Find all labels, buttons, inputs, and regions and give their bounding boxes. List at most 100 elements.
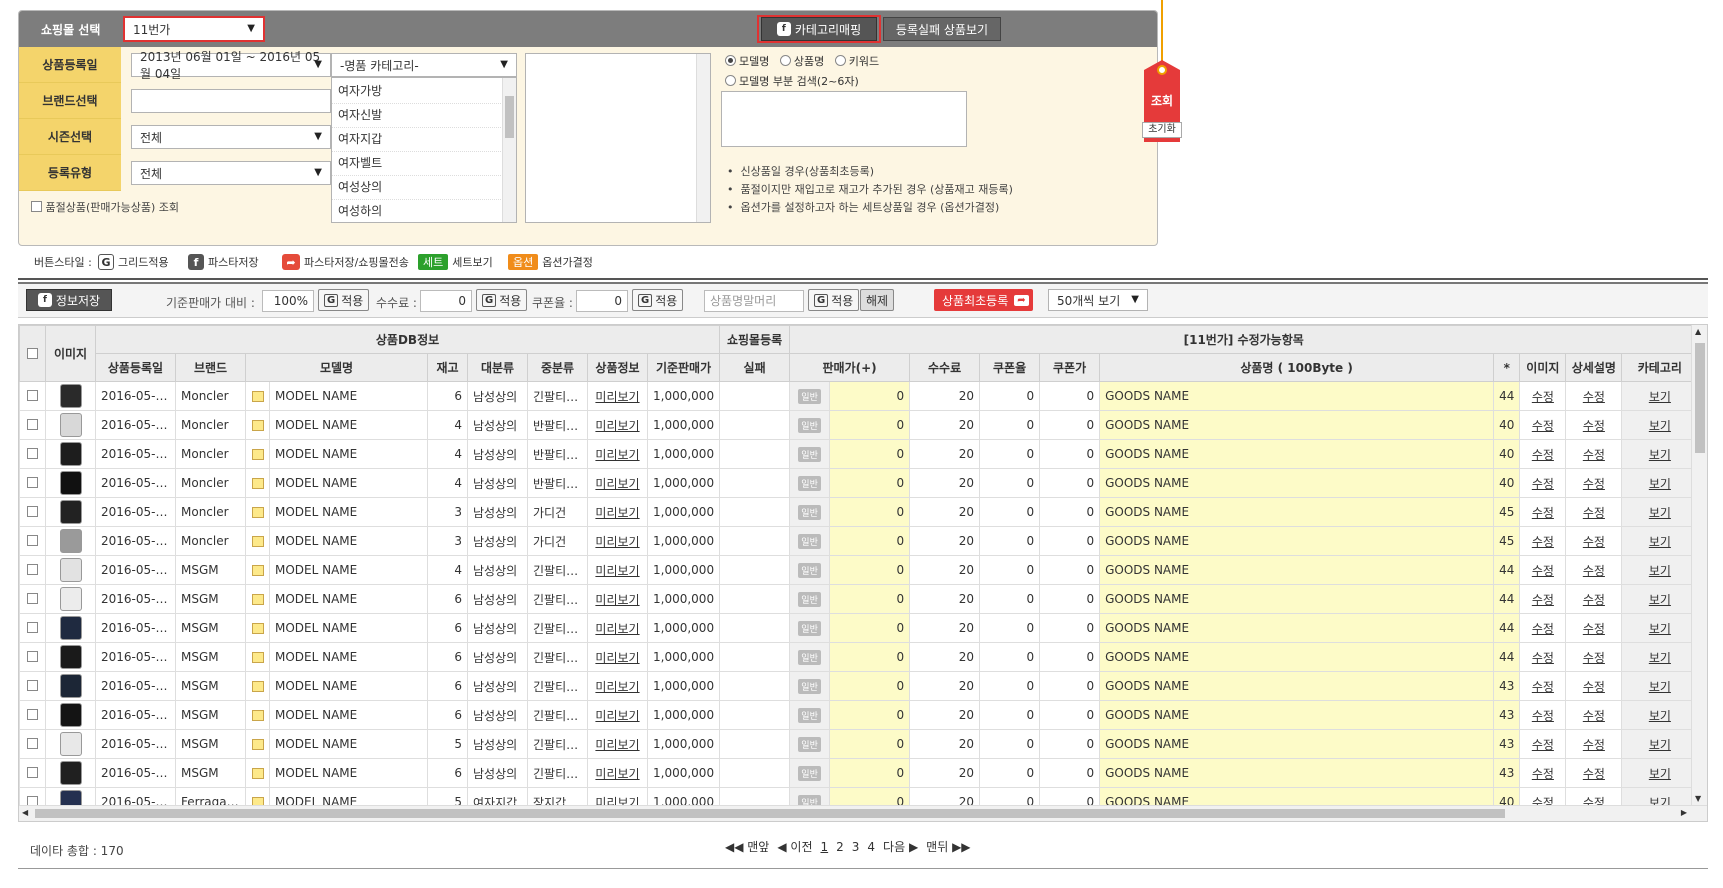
image-edit-link[interactable]: 수정 (1532, 564, 1554, 578)
header-image-edit[interactable]: 이미지 (1519, 353, 1567, 382)
row-checkbox[interactable] (27, 680, 38, 691)
coupon-price-cell[interactable]: 0 (1039, 671, 1101, 701)
image-edit-link[interactable]: 수정 (1532, 477, 1554, 491)
soldout-checkbox[interactable] (31, 201, 42, 212)
coupon-price-cell[interactable]: 0 (1039, 497, 1101, 527)
row-checkbox[interactable] (27, 593, 38, 604)
preview-link[interactable]: 미리보기 (595, 651, 639, 665)
image-edit-cell[interactable]: 수정 (1519, 671, 1567, 701)
header-detail[interactable]: 상세설명 (1565, 353, 1623, 382)
radio-product-button[interactable] (779, 55, 791, 66)
coupon-price-cell[interactable]: 0 (1039, 439, 1101, 469)
coupon-rate-cell[interactable]: 0 (979, 758, 1041, 788)
image-edit-link[interactable]: 수정 (1532, 390, 1554, 404)
row-checkbox-cell[interactable] (19, 758, 46, 788)
coupon-rate-cell[interactable]: 0 (979, 729, 1041, 759)
image-edit-link[interactable]: 수정 (1532, 651, 1554, 665)
header-cat2[interactable]: 중분류 (527, 353, 588, 382)
detail-edit-cell[interactable]: 수정 (1565, 497, 1623, 527)
radio-partial-button[interactable] (725, 75, 736, 86)
sale-price-cell[interactable]: 0 (829, 642, 911, 672)
detail-edit-link[interactable]: 수정 (1583, 477, 1605, 491)
first-reg-button[interactable]: 상품최초등록 ➦ (934, 289, 1033, 311)
preview-link[interactable]: 미리보기 (595, 419, 639, 433)
row-checkbox-cell[interactable] (19, 381, 46, 411)
memo-cell[interactable] (245, 468, 270, 498)
page-first[interactable]: ◀◀ 맨앞 (725, 838, 769, 855)
radio-model-button[interactable] (725, 55, 736, 66)
table-row[interactable]: 2016-05-… Moncler MODEL NAME 3 남성상의 가디건 미리보기 1,… (19, 497, 1699, 527)
info-cell[interactable]: 미리보기 (587, 729, 648, 759)
detail-edit-link[interactable]: 수정 (1583, 680, 1605, 694)
preview-link[interactable]: 미리보기 (595, 622, 639, 636)
memo-icon[interactable] (251, 420, 264, 431)
preview-link[interactable]: 미리보기 (595, 390, 639, 404)
detail-edit-link[interactable]: 수정 (1583, 593, 1605, 607)
memo-cell[interactable] (245, 700, 270, 730)
goods-name-cell[interactable]: GOODS NAME (1099, 584, 1495, 614)
image-edit-cell[interactable]: 수정 (1519, 555, 1567, 585)
scroll-thumb[interactable] (505, 96, 514, 138)
image-edit-cell[interactable]: 수정 (1519, 497, 1567, 527)
image-edit-cell[interactable]: 수정 (1519, 642, 1567, 672)
page-number[interactable]: 3 (852, 840, 860, 854)
category-view-link[interactable]: 보기 (1649, 419, 1671, 433)
coupon-price-cell[interactable]: 0 (1039, 758, 1101, 788)
category-view-cell[interactable]: 보기 (1621, 700, 1699, 730)
scroll-up-icon[interactable]: ▲ (1695, 327, 1701, 336)
row-checkbox[interactable] (27, 622, 38, 633)
category-view-cell[interactable]: 보기 (1621, 497, 1699, 527)
memo-icon[interactable] (251, 710, 264, 721)
detail-edit-cell[interactable]: 수정 (1565, 555, 1623, 585)
image-edit-link[interactable]: 수정 (1532, 738, 1554, 752)
table-row[interactable]: 2016-05-… Moncler MODEL NAME 4 남성상의 반팔티… 미리보기 1… (19, 439, 1699, 469)
info-cell[interactable]: 미리보기 (587, 671, 648, 701)
category-view-cell[interactable]: 보기 (1621, 671, 1699, 701)
row-checkbox-cell[interactable] (19, 555, 46, 585)
detail-edit-cell[interactable]: 수정 (1565, 642, 1623, 672)
coupon-price-cell[interactable]: 0 (1039, 410, 1101, 440)
goods-name-cell[interactable]: GOODS NAME (1099, 439, 1495, 469)
image-edit-link[interactable]: 수정 (1532, 419, 1554, 433)
detail-edit-link[interactable]: 수정 (1583, 651, 1605, 665)
row-checkbox[interactable] (27, 477, 38, 488)
fee-cell[interactable]: 20 (909, 410, 981, 440)
goods-name-cell[interactable]: GOODS NAME (1099, 613, 1495, 643)
image-edit-link[interactable]: 수정 (1532, 506, 1554, 520)
row-checkbox[interactable] (27, 419, 38, 430)
season-select[interactable]: 전체 ▼ (131, 125, 331, 149)
detail-edit-link[interactable]: 수정 (1583, 535, 1605, 549)
sale-price-cell[interactable]: 0 (829, 497, 911, 527)
row-checkbox[interactable] (27, 506, 38, 517)
info-cell[interactable]: 미리보기 (587, 497, 648, 527)
category-view-cell[interactable]: 보기 (1621, 729, 1699, 759)
image-edit-cell[interactable]: 수정 (1519, 468, 1567, 498)
row-checkbox-cell[interactable] (19, 613, 46, 643)
coupon-apply-button[interactable]: G 적용 (632, 289, 684, 311)
coupon-price-cell[interactable]: 0 (1039, 584, 1101, 614)
detail-edit-link[interactable]: 수정 (1583, 564, 1605, 578)
category-view-cell[interactable]: 보기 (1621, 758, 1699, 788)
goods-name-cell[interactable]: GOODS NAME (1099, 671, 1495, 701)
category-view-link[interactable]: 보기 (1649, 680, 1671, 694)
fee-cell[interactable]: 20 (909, 729, 981, 759)
preview-link[interactable]: 미리보기 (595, 767, 639, 781)
image-edit-link[interactable]: 수정 (1532, 593, 1554, 607)
memo-cell[interactable] (245, 671, 270, 701)
image-edit-cell[interactable]: 수정 (1519, 584, 1567, 614)
memo-cell[interactable] (245, 758, 270, 788)
header-reg-date[interactable]: 상품등록일 (95, 353, 176, 382)
detail-edit-link[interactable]: 수정 (1583, 709, 1605, 723)
sale-price-cell[interactable]: 0 (829, 526, 911, 556)
coupon-rate-cell[interactable]: 0 (979, 700, 1041, 730)
coupon-rate-cell[interactable]: 0 (979, 671, 1041, 701)
select-all-checkbox[interactable] (27, 347, 38, 359)
detail-edit-link[interactable]: 수정 (1583, 448, 1605, 462)
sale-price-cell[interactable]: 0 (829, 671, 911, 701)
table-row[interactable]: 2016-05-… MSGM MODEL NAME 6 남성상의 긴팔티… 미리보기 1,00… (19, 758, 1699, 788)
detail-edit-cell[interactable]: 수정 (1565, 729, 1623, 759)
header-coupon-price[interactable]: 쿠폰가 (1039, 353, 1101, 382)
page-number[interactable]: 1 (820, 840, 828, 854)
category-item[interactable]: 여성하의 (332, 198, 516, 222)
detail-edit-cell[interactable]: 수정 (1565, 700, 1623, 730)
